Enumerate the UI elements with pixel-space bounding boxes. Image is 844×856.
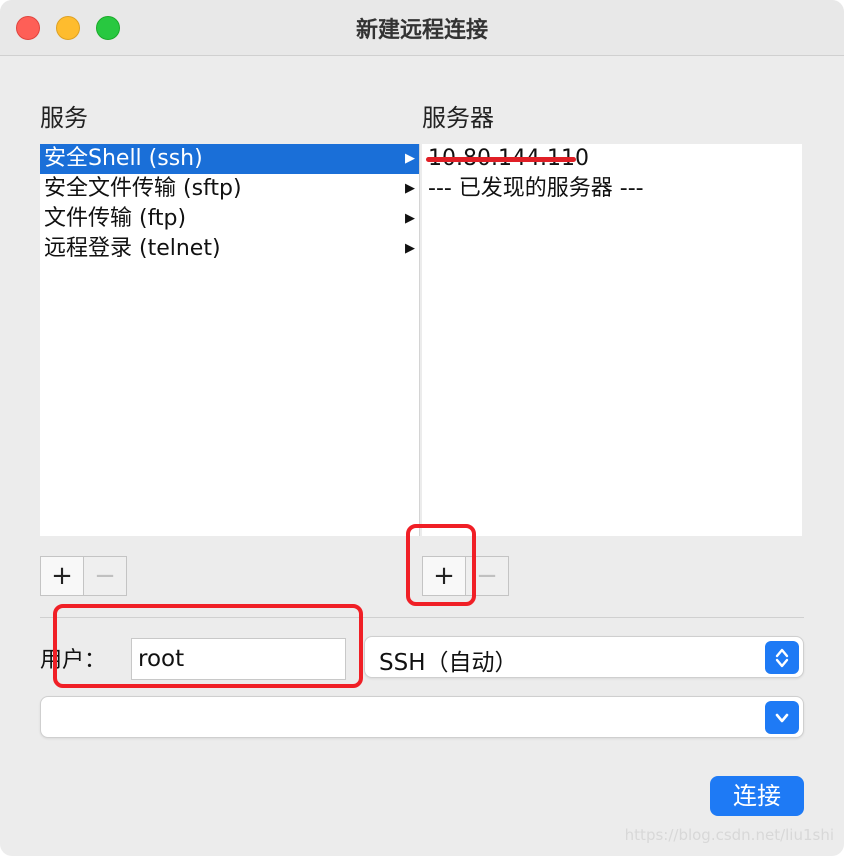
- highlight-annotation-add-server: [406, 524, 476, 606]
- host-select[interactable]: [40, 696, 804, 738]
- redaction-strike: [426, 157, 576, 162]
- remove-service-button[interactable]: −: [83, 556, 127, 596]
- add-service-button[interactable]: +: [40, 556, 84, 596]
- protocol-select[interactable]: SSH（自动）: [364, 636, 804, 678]
- highlight-annotation-user: [53, 604, 363, 688]
- service-item-telnet[interactable]: 远程登录 (telnet) ▶: [40, 234, 419, 264]
- protocol-select-value: SSH（自动）: [379, 650, 518, 676]
- service-item-sftp[interactable]: 安全文件传输 (sftp) ▶: [40, 174, 419, 204]
- disclosure-arrow-icon: ▶: [405, 211, 415, 226]
- service-item-ssh[interactable]: 安全Shell (ssh) ▶: [40, 144, 419, 174]
- servers-heading: 服务器: [422, 104, 494, 132]
- watermark: https://blog.csdn.net/liu1shi: [624, 826, 834, 844]
- service-item-label: 文件传输 (ftp): [44, 206, 187, 231]
- server-item-discovered-header: --- 已发现的服务器 ---: [422, 174, 802, 204]
- service-item-label: 安全Shell (ssh): [44, 146, 203, 171]
- server-item-saved[interactable]: 10.80.144.110: [422, 144, 802, 174]
- services-list[interactable]: 安全Shell (ssh) ▶ 安全文件传输 (sftp) ▶ 文件传输 (ft…: [40, 144, 420, 536]
- disclosure-arrow-icon: ▶: [405, 181, 415, 196]
- disclosure-arrow-icon: ▶: [405, 241, 415, 256]
- services-heading: 服务: [40, 104, 88, 132]
- disclosure-arrow-icon: ▶: [405, 151, 415, 166]
- service-item-ftp[interactable]: 文件传输 (ftp) ▶: [40, 204, 419, 234]
- servers-list[interactable]: 10.80.144.110 --- 已发现的服务器 ---: [422, 144, 802, 536]
- window-title: 新建远程连接: [355, 18, 488, 43]
- server-item-label: --- 已发现的服务器 ---: [428, 176, 644, 201]
- up-down-chevron-icon[interactable]: [765, 641, 799, 674]
- service-item-label: 安全文件传输 (sftp): [44, 176, 242, 201]
- chevron-down-icon[interactable]: [765, 701, 799, 734]
- new-remote-connection-window: 新建远程连接 服务 服务器 安全Shell (ssh) ▶ 安全文件传输 (sf…: [0, 0, 844, 856]
- connect-button[interactable]: 连接: [710, 776, 804, 816]
- service-item-label: 远程登录 (telnet): [44, 236, 221, 261]
- title-bar: 新建远程连接: [0, 0, 844, 56]
